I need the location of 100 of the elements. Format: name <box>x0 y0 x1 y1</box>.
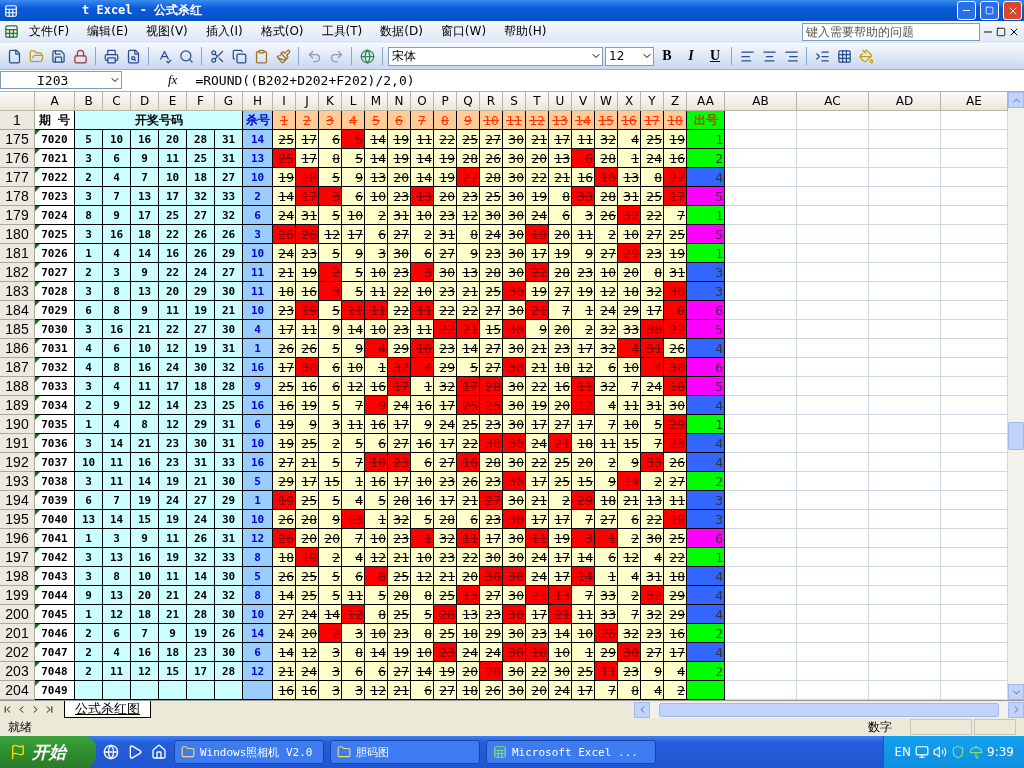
column-header[interactable]: AC <box>797 92 869 112</box>
row-header[interactable]: 180 <box>0 225 35 245</box>
spreadsheet-icon[interactable] <box>4 24 19 40</box>
column-header[interactable]: V <box>572 92 595 112</box>
row-header[interactable]: 176 <box>0 149 35 169</box>
menu-item[interactable]: 工具(T) <box>313 21 371 43</box>
column-header[interactable]: G <box>215 92 243 112</box>
row-header[interactable]: 197 <box>0 548 35 568</box>
row-header[interactable]: 188 <box>0 377 35 397</box>
home-icon[interactable] <box>150 743 168 761</box>
row-header[interactable]: 194 <box>0 491 35 511</box>
row-header[interactable]: 178 <box>0 187 35 207</box>
column-header[interactable]: M <box>365 92 388 112</box>
column-header[interactable]: Z <box>664 92 687 112</box>
vertical-scrollbar[interactable] <box>1008 92 1024 701</box>
column-header[interactable]: F <box>187 92 215 112</box>
formula-field[interactable]: =ROUND((B202+D202+F202)/2,0) <box>195 72 415 88</box>
column-header[interactable]: H <box>243 92 273 112</box>
menu-item[interactable]: 视图(V) <box>138 21 196 43</box>
column-header[interactable]: AE <box>941 92 1008 112</box>
column-header[interactable]: I <box>273 92 296 112</box>
start-button[interactable]: 开始 <box>0 736 96 768</box>
row-header[interactable]: 187 <box>0 358 35 378</box>
help-search-field[interactable]: 键入需要帮助的问题 <box>802 22 980 41</box>
function-button[interactable]: fx <box>128 72 190 89</box>
column-header[interactable]: N <box>388 92 411 112</box>
column-header[interactable]: K <box>319 92 342 112</box>
row-header[interactable]: 181 <box>0 244 35 264</box>
column-header[interactable]: O <box>411 92 434 112</box>
close-button[interactable] <box>1003 1 1022 21</box>
column-header[interactable]: P <box>434 92 457 112</box>
row-header[interactable]: 1 <box>0 111 35 131</box>
font-dropdown[interactable]: 宋体 <box>388 46 603 66</box>
horizontal-scrollbar[interactable] <box>634 701 1024 718</box>
row-header[interactable]: 189 <box>0 396 35 416</box>
column-header[interactable]: D <box>131 92 159 112</box>
menu-item[interactable]: 编辑(E) <box>79 21 137 43</box>
bold-button[interactable]: B <box>656 46 678 67</box>
column-header[interactable]: AD <box>869 92 941 112</box>
column-header[interactable]: B <box>75 92 103 112</box>
row-header[interactable]: 185 <box>0 320 35 340</box>
maximize-button[interactable] <box>980 1 999 21</box>
column-header[interactable]: Y <box>641 92 664 112</box>
row-header[interactable]: 192 <box>0 453 35 473</box>
column-header[interactable]: S <box>503 92 526 112</box>
row-header[interactable]: 190 <box>0 415 35 435</box>
restore-icon[interactable] <box>996 26 1006 37</box>
menu-item[interactable]: 帮助(H) <box>496 21 555 43</box>
row-header[interactable]: 179 <box>0 206 35 226</box>
row-header[interactable]: 199 <box>0 586 35 606</box>
menu-item[interactable]: 窗口(W) <box>432 21 495 43</box>
menu-item[interactable]: 数据(D) <box>372 21 431 43</box>
monitor-icon[interactable] <box>915 745 930 759</box>
taskbar-button[interactable]: Windows照相机 V2.0 <box>174 740 324 764</box>
row-header[interactable]: 196 <box>0 529 35 549</box>
row-header[interactable]: 195 <box>0 510 35 530</box>
column-header[interactable]: C <box>103 92 131 112</box>
row-header[interactable]: 193 <box>0 472 35 492</box>
column-header[interactable]: AA <box>687 92 725 112</box>
row-header[interactable]: 202 <box>0 643 35 663</box>
row-header[interactable]: 200 <box>0 605 35 625</box>
sheet-tab[interactable]: 公式杀红图 <box>64 701 151 719</box>
column-header[interactable]: T <box>526 92 549 112</box>
scrollbar-thumb[interactable] <box>1008 422 1024 451</box>
menu-item[interactable]: 插入(I) <box>197 21 251 43</box>
taskbar-button[interactable]: 胆码图 <box>330 740 480 764</box>
row-header[interactable]: 177 <box>0 168 35 188</box>
row-header[interactable]: 203 <box>0 662 35 682</box>
row-header[interactable]: 184 <box>0 301 35 321</box>
taskbar-button[interactable]: Microsoft Excel ... <box>486 740 656 764</box>
table-cell: 23 <box>618 662 641 682</box>
scrollbar-thumb[interactable] <box>659 702 999 717</box>
row-header[interactable]: 191 <box>0 434 35 454</box>
table-cell: 11 <box>572 377 595 397</box>
column-header[interactable]: E <box>159 92 187 112</box>
menu-item[interactable]: 格式(O) <box>252 21 312 43</box>
row-header[interactable]: 198 <box>0 567 35 587</box>
volume-icon[interactable] <box>933 745 948 759</box>
italic-button[interactable]: I <box>680 46 702 67</box>
browser-icon[interactable] <box>102 743 120 761</box>
row-header[interactable]: 186 <box>0 339 35 359</box>
column-header[interactable]: AB <box>725 92 797 112</box>
menu-item[interactable]: 文件(F) <box>21 21 78 43</box>
column-header[interactable]: Q <box>457 92 480 112</box>
column-header[interactable]: L <box>342 92 365 112</box>
column-header[interactable]: J <box>296 92 319 112</box>
column-header[interactable]: U <box>549 92 572 112</box>
font-size-dropdown[interactable]: 12 <box>605 46 654 66</box>
row-header[interactable]: 182 <box>0 263 35 283</box>
column-header[interactable]: A <box>35 92 75 112</box>
row-header[interactable]: 183 <box>0 282 35 302</box>
column-header[interactable]: X <box>618 92 641 112</box>
name-box[interactable]: I203 <box>0 71 122 90</box>
row-header[interactable]: 204 <box>0 681 35 701</box>
column-header[interactable]: W <box>595 92 618 112</box>
row-header[interactable]: 201 <box>0 624 35 644</box>
row-header[interactable]: 175 <box>0 130 35 150</box>
minimize-button[interactable] <box>957 1 976 21</box>
column-header[interactable]: R <box>480 92 503 112</box>
underline-button[interactable]: U <box>704 46 726 67</box>
